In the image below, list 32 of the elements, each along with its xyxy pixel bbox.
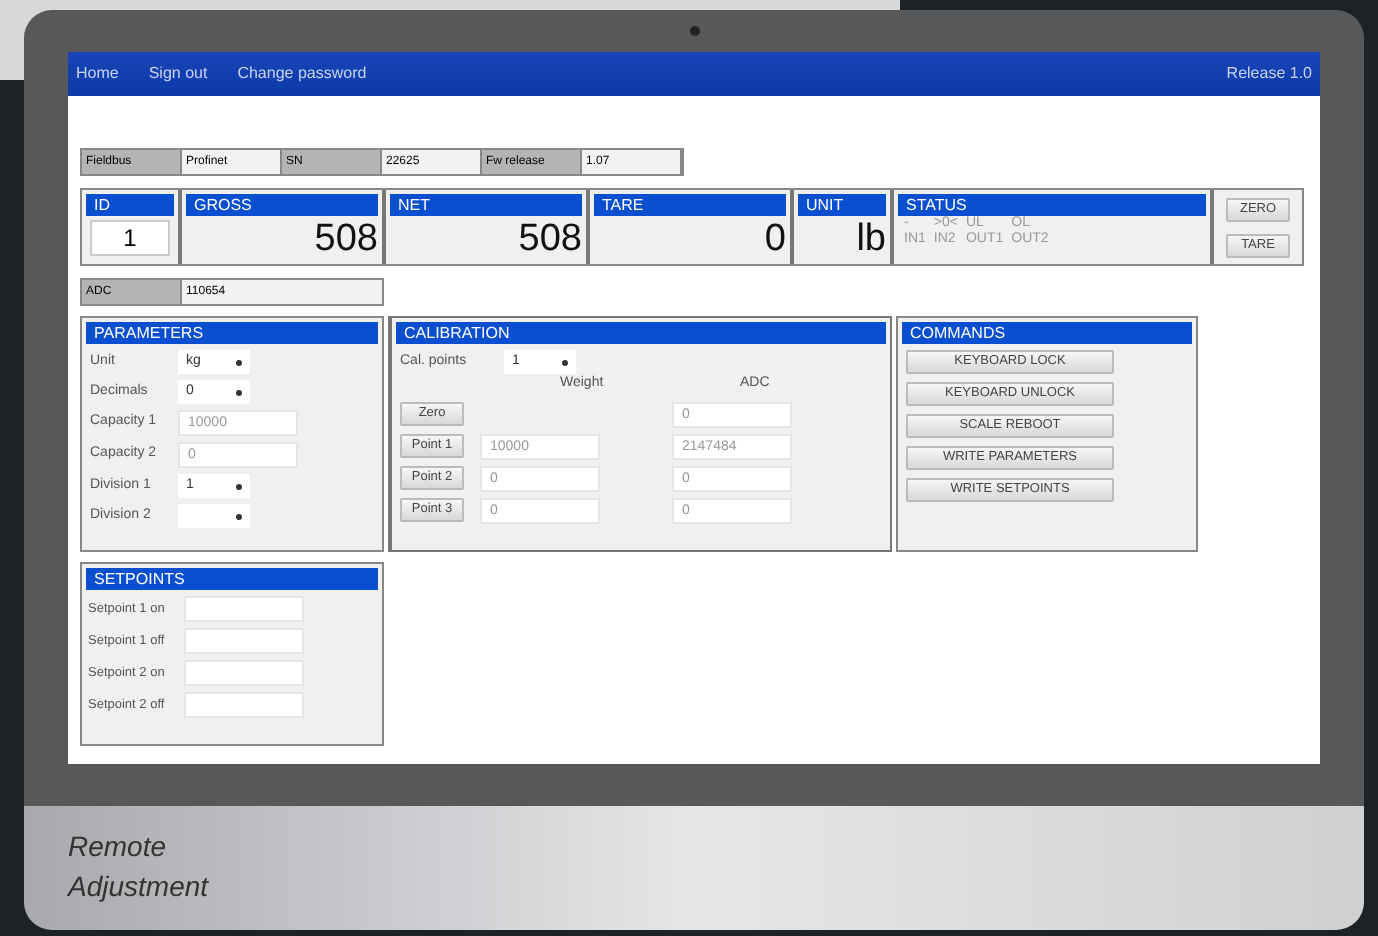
input-field[interactable]	[184, 660, 304, 686]
nav-link[interactable]: Change password	[237, 62, 367, 86]
panel-header: SETPOINTS	[86, 568, 378, 590]
readout-value: 508	[312, 216, 380, 264]
caret-icon	[562, 359, 568, 365]
panel-header: STATUS	[898, 194, 1206, 216]
readout-value: lb	[854, 216, 888, 264]
input-field[interactable]	[184, 628, 304, 654]
panel-header: COMMANDS	[902, 322, 1192, 344]
panel-header: TARE	[594, 194, 786, 216]
caption-text: Remote	[68, 828, 167, 866]
caret-icon	[236, 513, 242, 519]
panel-header: CALIBRATION	[396, 322, 886, 344]
nav-link[interactable]: Sign out	[148, 62, 208, 86]
nav-link[interactable]: Home	[76, 62, 119, 86]
caption-text: Adjustment	[68, 868, 209, 906]
panel-header: ID	[86, 194, 174, 216]
readout-value: 508	[516, 216, 584, 264]
camera-icon	[689, 26, 699, 36]
input-field[interactable]	[184, 692, 304, 718]
caret-icon	[236, 389, 242, 395]
readout-value: 0	[762, 216, 788, 264]
panel-header: GROSS	[186, 194, 378, 216]
input-field[interactable]	[184, 596, 304, 622]
select-dropdown[interactable]	[178, 504, 250, 528]
readout-value: 1	[90, 220, 170, 256]
panel-header: NET	[390, 194, 582, 216]
caret-icon	[236, 359, 242, 365]
release-label: Release 1.0	[1226, 62, 1312, 86]
panel-header: PARAMETERS	[86, 322, 378, 344]
panel-header: UNIT	[798, 194, 886, 216]
caret-icon	[236, 483, 242, 489]
